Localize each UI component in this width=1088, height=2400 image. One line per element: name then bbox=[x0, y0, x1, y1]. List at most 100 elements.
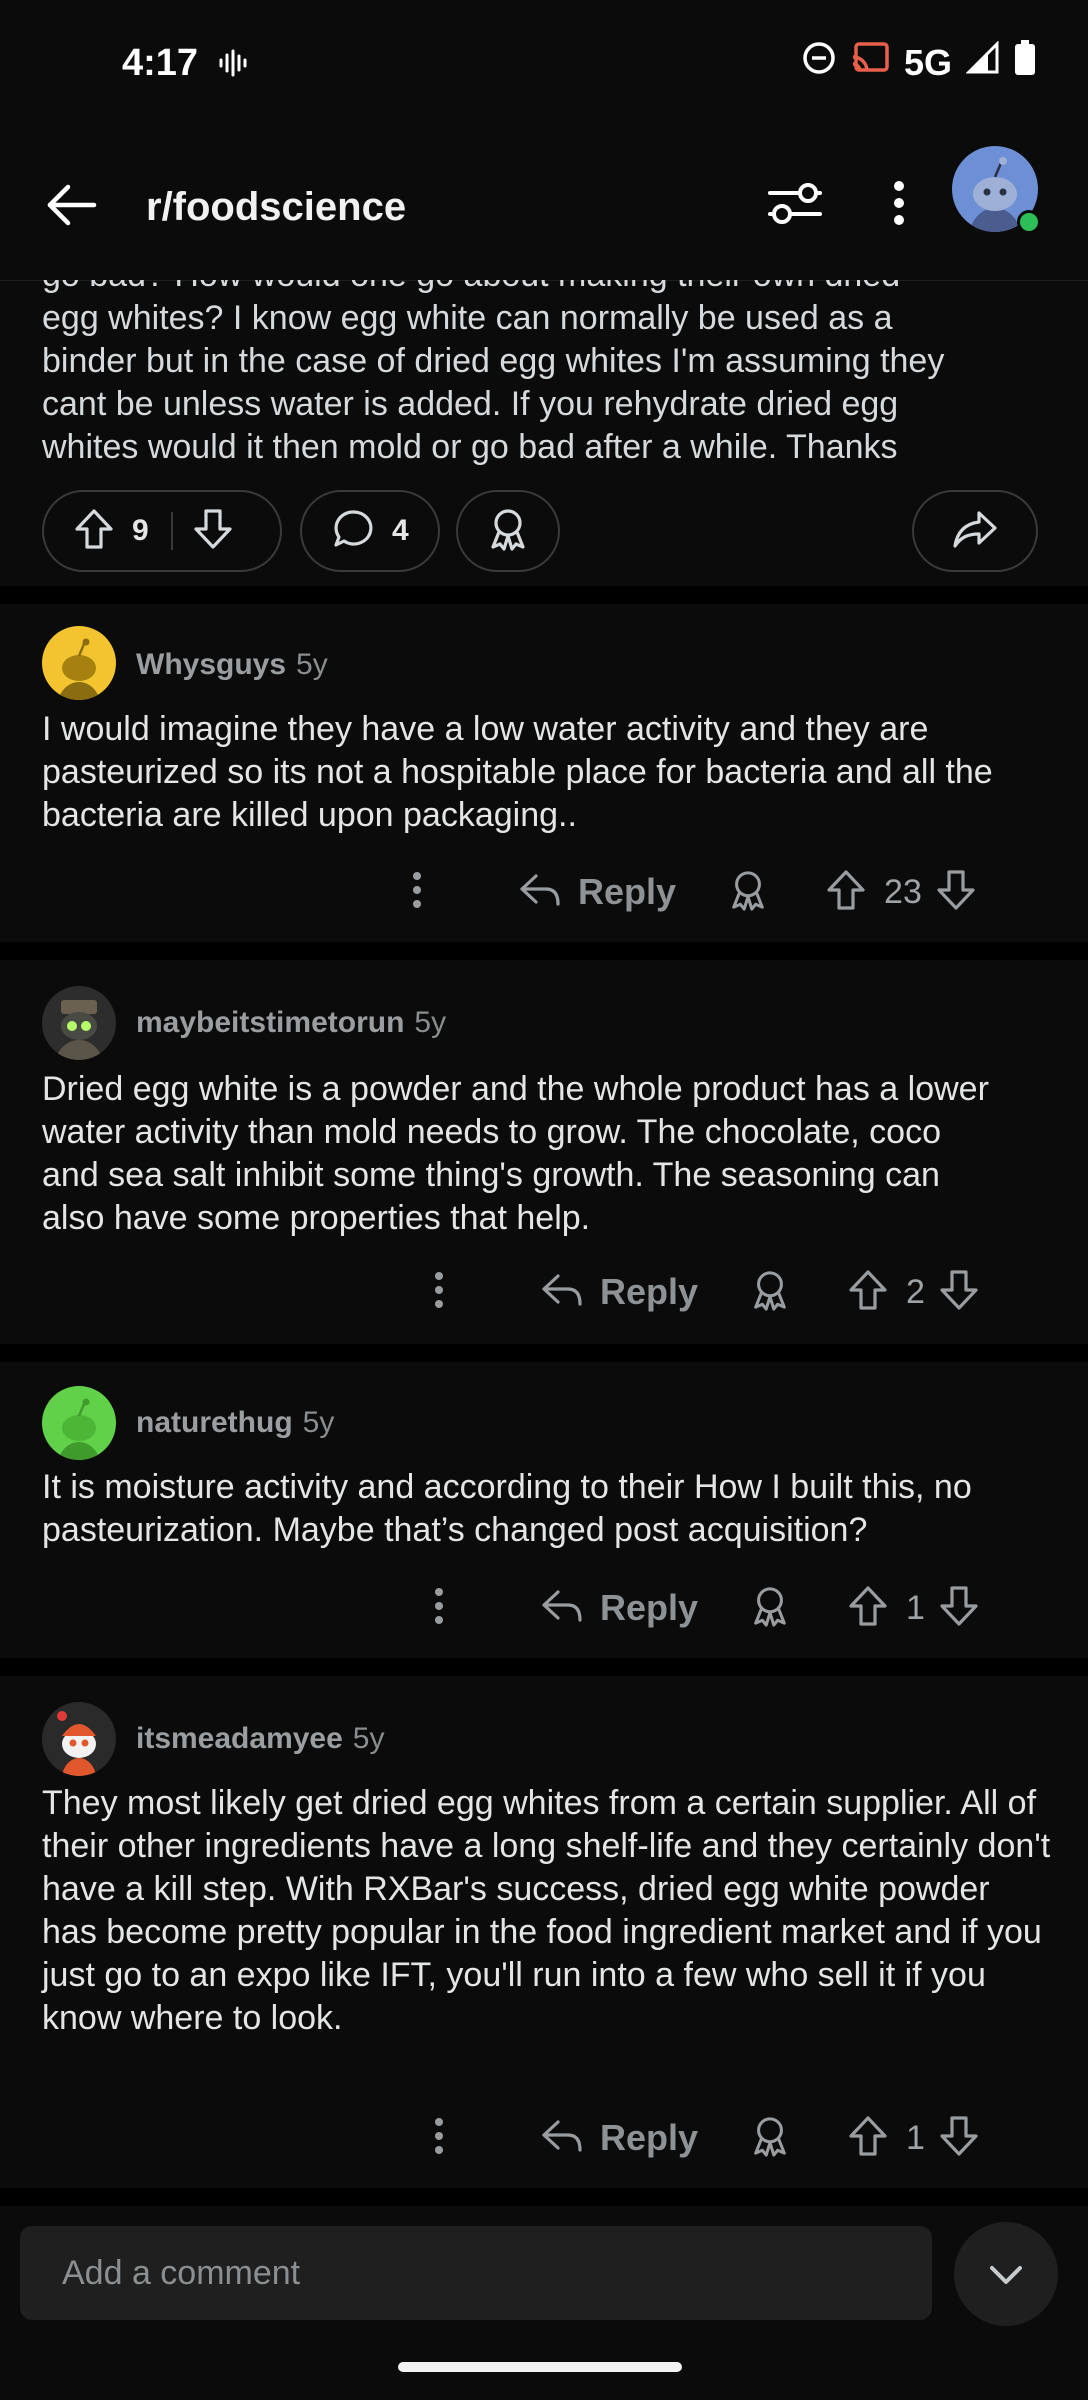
reply-icon[interactable] bbox=[518, 872, 562, 913]
online-status-dot bbox=[1017, 210, 1041, 234]
reply-button[interactable]: Reply bbox=[600, 1271, 698, 1313]
reply-icon[interactable] bbox=[540, 1272, 584, 1313]
signal-icon bbox=[965, 40, 1000, 84]
comment-item: maybeitstimetorun 5y Dried egg white is a… bbox=[0, 960, 1088, 1344]
upvote-icon[interactable] bbox=[848, 2115, 888, 2162]
comment-author[interactable]: Whysguys 5y bbox=[136, 648, 328, 682]
author-name[interactable]: naturethug bbox=[136, 1406, 293, 1439]
more-icon[interactable] bbox=[432, 1586, 446, 1631]
post-body-viewport: go bad? How would one go about making th… bbox=[0, 280, 1088, 480]
post-body: go bad? How would one go about making th… bbox=[42, 280, 1062, 469]
vote-divider bbox=[170, 512, 173, 550]
comment-text: They most likely get dried egg whites fr… bbox=[42, 1784, 1051, 2037]
award-icon[interactable] bbox=[750, 1269, 790, 1316]
home-indicator[interactable] bbox=[398, 2362, 682, 2372]
subreddit-title[interactable]: r/foodscience bbox=[146, 185, 406, 230]
commenter-avatar[interactable] bbox=[42, 626, 116, 700]
commenter-avatar[interactable] bbox=[42, 1386, 116, 1460]
upvote-icon[interactable] bbox=[848, 1585, 888, 1632]
post-line: egg whites? I know egg white can normall… bbox=[42, 299, 893, 337]
award-button[interactable] bbox=[456, 490, 560, 572]
post-line: cant be unless water is added. If you re… bbox=[42, 385, 899, 423]
award-icon[interactable] bbox=[728, 869, 768, 916]
comment-text: It is moisture activity and according to… bbox=[42, 1468, 972, 1549]
battery-icon bbox=[1014, 40, 1036, 85]
divider bbox=[0, 942, 1088, 960]
downvote-icon[interactable] bbox=[939, 1269, 979, 1316]
chevron-down-icon bbox=[990, 2266, 1022, 2284]
share-button[interactable] bbox=[912, 490, 1038, 572]
downvote-icon[interactable] bbox=[939, 1585, 979, 1632]
more-icon[interactable] bbox=[432, 2116, 446, 2161]
award-icon[interactable] bbox=[750, 2115, 790, 2162]
reply-button[interactable]: Reply bbox=[600, 1587, 698, 1629]
divider bbox=[0, 1344, 1088, 1362]
app-header: r/foodscience bbox=[0, 130, 1088, 281]
post-line: binder but in the case of dried egg whit… bbox=[42, 342, 945, 380]
comment-score: 2 bbox=[906, 1272, 925, 1311]
award-icon[interactable] bbox=[750, 1585, 790, 1632]
comment-author[interactable]: maybeitstimetorun 5y bbox=[136, 1006, 446, 1040]
comment-actions: Reply 2 bbox=[432, 1262, 979, 1322]
divider bbox=[0, 2188, 1088, 2206]
comment-author[interactable]: naturethug 5y bbox=[136, 1406, 334, 1440]
reply-button[interactable]: Reply bbox=[600, 2117, 698, 2159]
cast-icon bbox=[850, 41, 890, 84]
downvote-icon[interactable] bbox=[936, 869, 976, 916]
reply-icon[interactable] bbox=[540, 2118, 584, 2159]
post-line: go bad? How would one go about making th… bbox=[42, 280, 1062, 297]
downvote-icon[interactable] bbox=[193, 508, 233, 555]
status-bar: 4:17 5G bbox=[0, 0, 1088, 130]
upvote-icon[interactable] bbox=[848, 1269, 888, 1316]
comment-item: Whysguys 5y I would imagine they have a l… bbox=[0, 604, 1088, 942]
comment-input-placeholder: Add a comment bbox=[62, 2254, 301, 2292]
comment-item: naturethug 5y It is moisture activity and… bbox=[0, 1362, 1088, 1658]
comment-actions: Reply 1 bbox=[432, 2108, 979, 2168]
author-name[interactable]: Whysguys bbox=[136, 648, 286, 681]
post-actions: 9 4 bbox=[42, 490, 1046, 576]
voice-icon bbox=[218, 48, 248, 83]
comment-score: 23 bbox=[884, 872, 922, 911]
post-score: 9 bbox=[132, 514, 149, 547]
share-icon bbox=[952, 509, 998, 554]
commenter-avatar[interactable] bbox=[42, 1702, 116, 1776]
comment-author[interactable]: itsmeadamyee 5y bbox=[136, 1722, 384, 1756]
dnd-icon bbox=[802, 41, 836, 84]
more-icon[interactable] bbox=[410, 870, 424, 915]
author-name[interactable]: maybeitstimetorun bbox=[136, 1006, 404, 1039]
comment-age: 5y bbox=[352, 1722, 385, 1755]
network-label: 5G bbox=[903, 41, 952, 83]
next-comment-button[interactable] bbox=[954, 2222, 1058, 2326]
more-options-button[interactable] bbox=[886, 178, 912, 233]
comment-icon bbox=[332, 508, 374, 555]
post-line: whites would it then mold or go bad afte… bbox=[42, 428, 898, 466]
upvote-icon[interactable] bbox=[74, 508, 114, 555]
comment-actions: Reply 23 bbox=[410, 862, 976, 922]
comment-text: Dried egg white is a powder and the whol… bbox=[42, 1070, 989, 1237]
comments-button[interactable]: 4 bbox=[300, 490, 440, 572]
post-vote-pill: 9 bbox=[42, 490, 282, 572]
comment-text: I would imagine they have a low water ac… bbox=[42, 710, 993, 834]
comment-score: 1 bbox=[906, 2118, 925, 2157]
comment-input[interactable]: Add a comment bbox=[20, 2226, 932, 2320]
sort-filter-button[interactable] bbox=[766, 180, 824, 231]
status-time: 4:17 bbox=[122, 42, 199, 84]
comment-actions: Reply 1 bbox=[432, 1578, 979, 1638]
reply-button[interactable]: Reply bbox=[578, 871, 676, 913]
comment-score: 1 bbox=[906, 1588, 925, 1627]
commenter-avatar[interactable] bbox=[42, 986, 116, 1060]
status-icons: 5G bbox=[802, 40, 1036, 85]
comment-age: 5y bbox=[414, 1006, 447, 1039]
divider bbox=[0, 586, 1088, 604]
divider bbox=[0, 1658, 1088, 1676]
comment-item: itsmeadamyee 5y They most likely get drie… bbox=[0, 1676, 1088, 2188]
author-name[interactable]: itsmeadamyee bbox=[136, 1722, 343, 1755]
comment-count: 4 bbox=[392, 514, 409, 547]
more-icon[interactable] bbox=[432, 1270, 446, 1315]
upvote-icon[interactable] bbox=[826, 869, 866, 916]
award-icon bbox=[487, 507, 529, 556]
back-button[interactable] bbox=[44, 178, 98, 237]
downvote-icon[interactable] bbox=[939, 2115, 979, 2162]
reply-icon[interactable] bbox=[540, 1588, 584, 1629]
comment-age: 5y bbox=[296, 648, 328, 681]
